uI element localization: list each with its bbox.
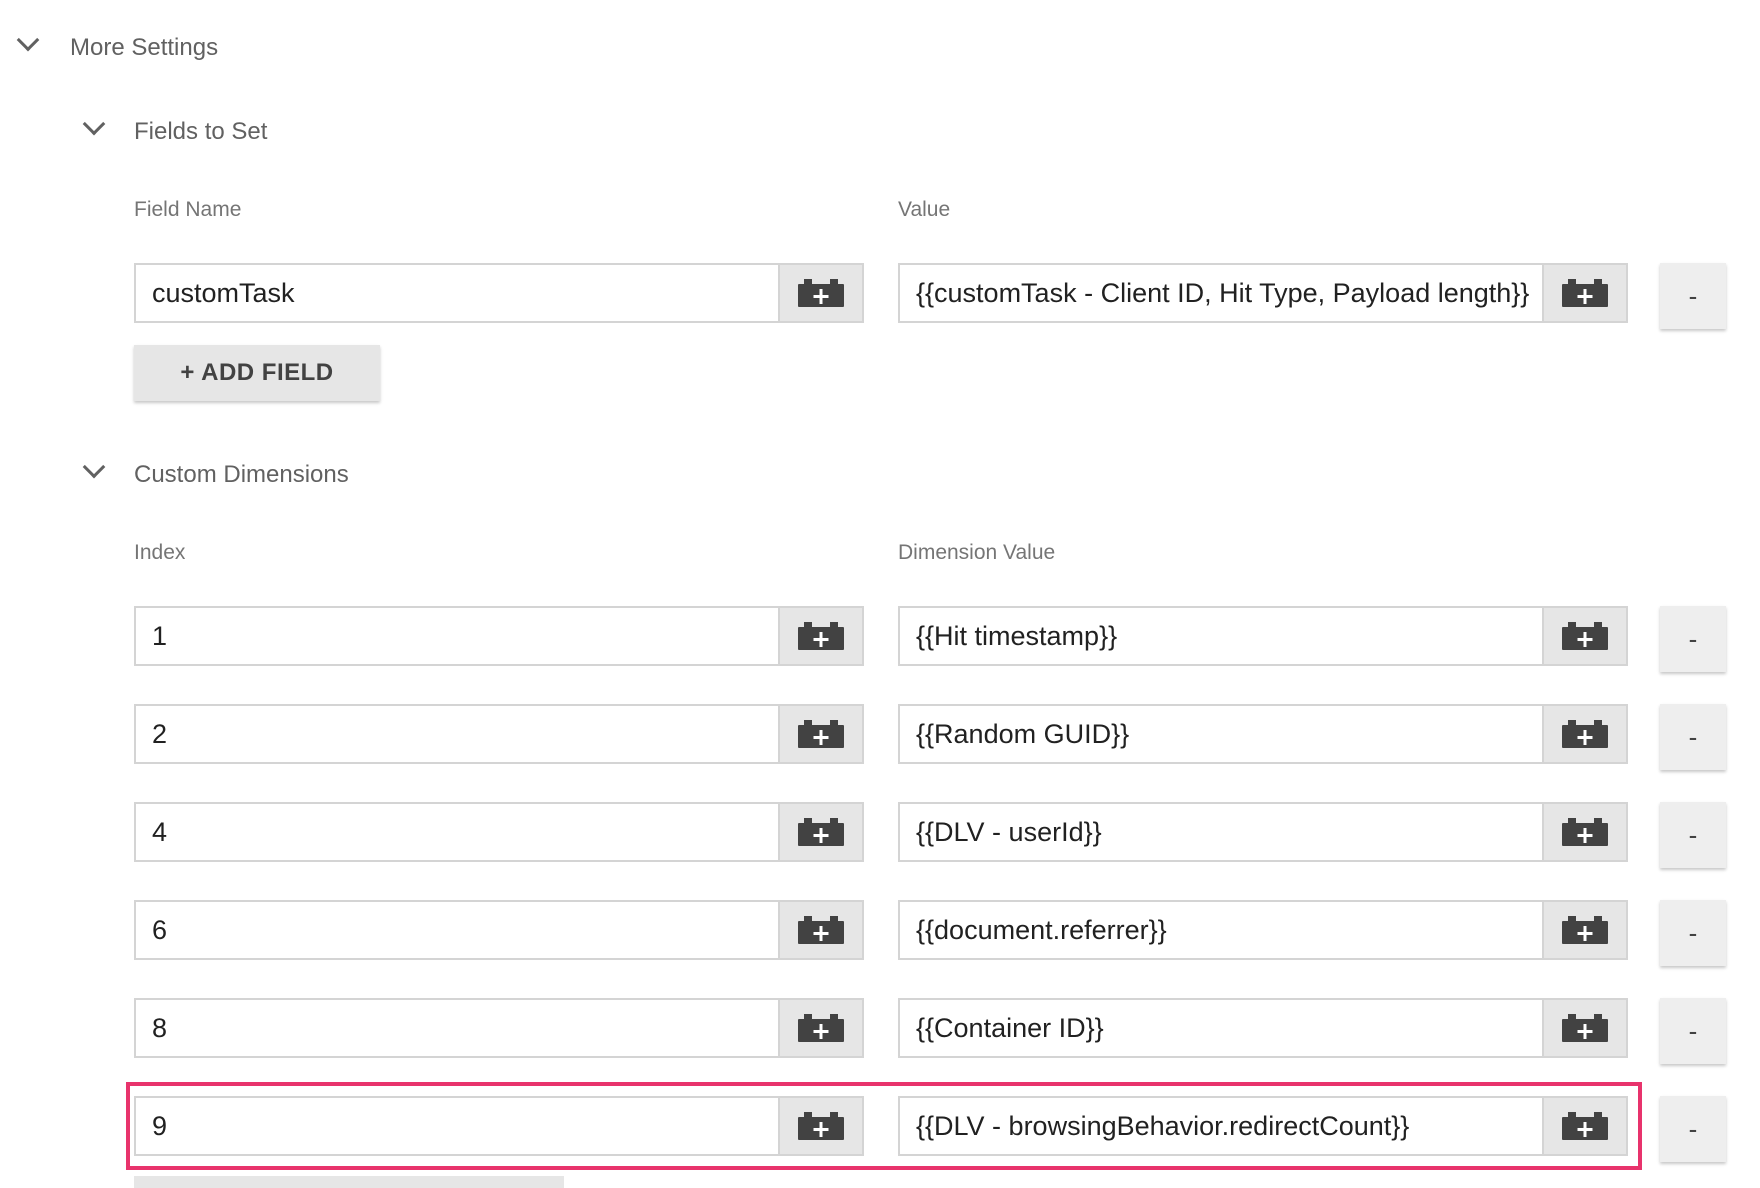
field-name-input[interactable]: customTask [134, 263, 864, 323]
dimension-index-value[interactable]: 8 [136, 1000, 778, 1056]
dimension-value-input[interactable]: {{Container ID}} [898, 998, 1628, 1058]
insert-variable-button[interactable] [778, 706, 862, 762]
insert-variable-button[interactable] [778, 804, 862, 860]
chevron-down-icon[interactable] [16, 28, 40, 52]
chevron-down-icon[interactable] [82, 112, 106, 136]
variable-brick-add-icon [798, 818, 844, 846]
variable-brick-add-icon [1562, 279, 1608, 307]
insert-variable-button[interactable] [1542, 902, 1626, 958]
remove-row-button[interactable]: - [1660, 802, 1726, 868]
field-name-label: Field Name [134, 198, 242, 221]
dimension-value-input[interactable]: {{document.referrer}} [898, 900, 1628, 960]
remove-row-button[interactable]: - [1660, 998, 1726, 1064]
add-dimension-button[interactable] [134, 1176, 564, 1188]
variable-brick-add-icon [1562, 622, 1608, 650]
variable-brick-add-icon [1562, 720, 1608, 748]
insert-variable-button[interactable] [778, 1000, 862, 1056]
remove-row-button[interactable]: - [1660, 704, 1726, 770]
variable-brick-add-icon [798, 916, 844, 944]
dimension-index-input[interactable]: 6 [134, 900, 864, 960]
dimension-value-input[interactable]: {{Hit timestamp}} [898, 606, 1628, 666]
variable-brick-add-icon [798, 720, 844, 748]
dimension-value-input[interactable]: {{Random GUID}} [898, 704, 1628, 764]
insert-variable-button[interactable] [1542, 706, 1626, 762]
dimension-value-value[interactable]: {{Random GUID}} [900, 706, 1542, 762]
variable-brick-add-icon [1562, 1014, 1608, 1042]
fields-to-set-title[interactable]: Fields to Set [134, 118, 267, 146]
chevron-down-icon[interactable] [82, 455, 106, 479]
remove-row-button[interactable]: - [1660, 1096, 1726, 1162]
field-value-input[interactable]: {{customTask - Client ID, Hit Type, Payl… [898, 263, 1628, 323]
remove-row-button[interactable]: - [1660, 606, 1726, 672]
field-value-value[interactable]: {{customTask - Client ID, Hit Type, Payl… [900, 265, 1542, 321]
dimension-value-value[interactable]: {{document.referrer}} [900, 902, 1542, 958]
insert-variable-button[interactable] [778, 902, 862, 958]
value-label: Value [898, 198, 951, 221]
remove-row-button[interactable]: - [1660, 900, 1726, 966]
variable-brick-add-icon [1562, 818, 1608, 846]
dimension-index-input[interactable]: 1 [134, 606, 864, 666]
insert-variable-button[interactable] [1542, 1000, 1626, 1056]
dimension-index-value[interactable]: 6 [136, 902, 778, 958]
dimension-index-value[interactable]: 1 [136, 608, 778, 664]
dimension-value-label: Dimension Value [898, 541, 1056, 564]
dimension-index-input[interactable]: 8 [134, 998, 864, 1058]
dimension-index-value[interactable]: 4 [136, 804, 778, 860]
add-field-button[interactable]: + ADD FIELD [134, 345, 380, 401]
dimension-index-input[interactable]: 2 [134, 704, 864, 764]
dimension-index-value[interactable]: 2 [136, 706, 778, 762]
insert-variable-button[interactable] [1542, 265, 1626, 321]
insert-variable-button[interactable] [1542, 608, 1626, 664]
dimension-value-input[interactable]: {{DLV - userId}} [898, 802, 1628, 862]
variable-brick-add-icon [1562, 916, 1608, 944]
variable-brick-add-icon [798, 622, 844, 650]
variable-brick-add-icon [798, 1014, 844, 1042]
custom-dimensions-title[interactable]: Custom Dimensions [134, 461, 349, 489]
index-label: Index [134, 541, 186, 564]
insert-variable-button[interactable] [778, 265, 862, 321]
insert-variable-button[interactable] [778, 608, 862, 664]
remove-row-button[interactable]: - [1660, 263, 1726, 329]
dimension-value-value[interactable]: {{DLV - userId}} [900, 804, 1542, 860]
more-settings-title[interactable]: More Settings [70, 34, 218, 62]
dimension-value-value[interactable]: {{Hit timestamp}} [900, 608, 1542, 664]
insert-variable-button[interactable] [1542, 804, 1626, 860]
dimension-index-input[interactable]: 4 [134, 802, 864, 862]
dimension-value-value[interactable]: {{Container ID}} [900, 1000, 1542, 1056]
field-name-value[interactable]: customTask [136, 265, 778, 321]
variable-brick-add-icon [798, 279, 844, 307]
highlight-box [126, 1082, 1642, 1170]
